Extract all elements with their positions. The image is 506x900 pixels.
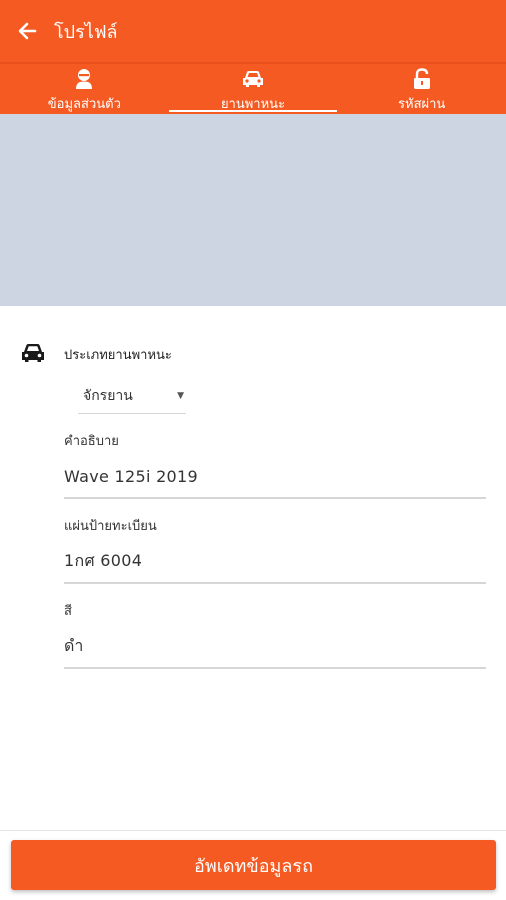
tab-vehicle[interactable]: ยานพาหนะ (168, 64, 338, 114)
tab-bar: ข้อมูลส่วนตัว ยานพาหนะ รหัสผ่าน (0, 62, 506, 114)
description-input[interactable] (64, 463, 486, 499)
vehicle-type-label: ประเภทยานพาหนะ (64, 348, 172, 363)
back-button[interactable] (0, 0, 54, 62)
divider (0, 830, 506, 831)
tab-label: ข้อมูลส่วนตัว (47, 97, 121, 112)
description-label: คำอธิบาย (64, 434, 119, 449)
car-icon (243, 71, 263, 87)
color-field: สี (64, 600, 486, 669)
tab-label: ยานพาหนะ (220, 97, 286, 112)
tab-label: รหัสผ่าน (398, 97, 446, 112)
color-input[interactable] (64, 633, 486, 669)
plate-input[interactable] (64, 548, 486, 584)
user-icon (76, 69, 93, 89)
map-placeholder[interactable] (0, 114, 506, 306)
unlock-icon (413, 68, 430, 89)
plate-label: แผ่นป้ายทะเบียน (64, 519, 157, 534)
plate-field: แผ่นป้ายทะเบียน (64, 515, 486, 584)
vehicle-type-select[interactable]: จักรยาน ▼ (78, 378, 186, 414)
arrow-left-icon (18, 22, 37, 40)
dropdown-arrow-icon: ▼ (177, 390, 184, 401)
car-icon (22, 344, 44, 362)
update-vehicle-button[interactable]: อัพเดทข้อมูลรถ (11, 840, 496, 890)
app-bar: โปรไฟล์ (0, 0, 506, 62)
tab-password[interactable]: รหัสผ่าน (337, 64, 506, 114)
color-label: สี (64, 604, 72, 619)
page-title: โปรไฟล์ (54, 21, 118, 43)
description-field: คำอธิบาย (64, 430, 486, 499)
tab-personal-info[interactable]: ข้อมูลส่วนตัว (0, 64, 169, 114)
vehicle-type-value: จักรยาน (83, 387, 133, 404)
